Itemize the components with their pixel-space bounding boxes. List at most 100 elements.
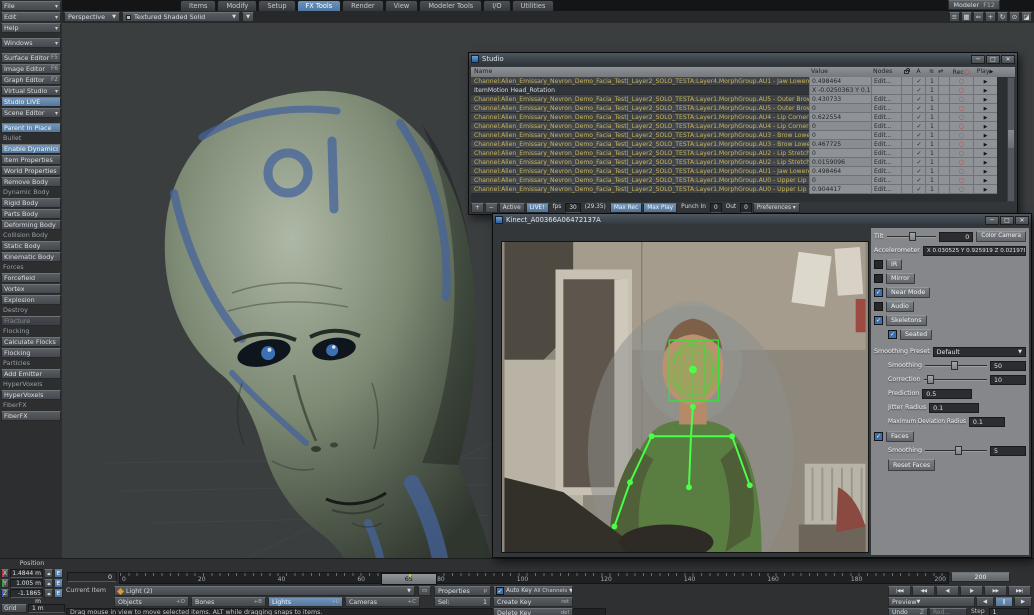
sidebar-item[interactable] — [1, 119, 61, 122]
play-icon[interactable] — [973, 86, 997, 95]
studio-footer-button[interactable]: Out — [723, 203, 740, 213]
minimize-button[interactable]: ─ — [971, 55, 985, 64]
kinect-titlebar[interactable]: Kinect_A00366A06472137A ─ □ ✕ — [493, 214, 1031, 226]
properties-button[interactable]: Properties p — [434, 586, 491, 596]
sidebar-item[interactable]: Studio LIVE — [1, 97, 61, 107]
studio-footer-button[interactable]: fps — [550, 203, 565, 213]
checkbox[interactable] — [874, 288, 883, 297]
item-type-button[interactable]: Cameras +C — [345, 597, 420, 607]
sidebar-item[interactable]: World Properties — [1, 166, 61, 176]
sidebar-item[interactable]: Image Editor F6 — [1, 64, 61, 74]
channel-row[interactable]: Channel:Alien_Emissary_Nevron_Demo_Facia… — [471, 140, 1015, 149]
axis-value[interactable]: -1.1865 m — [10, 589, 43, 598]
top-tab[interactable]: Modeler Tools — [419, 0, 482, 11]
modeler-button[interactable]: Modeler F12 — [948, 0, 1000, 10]
record-icon[interactable] — [949, 86, 973, 95]
sidebar-item[interactable]: Particles — [1, 359, 61, 368]
close-button[interactable]: ✕ — [1001, 55, 1015, 64]
jitter-radius-value[interactable]: 0.1 — [929, 403, 979, 413]
nodes-edit-button[interactable]: Edit... — [871, 140, 901, 149]
menu-button[interactable]: Help — [1, 23, 61, 33]
studio-footer-button[interactable]: − — [485, 203, 498, 213]
nodes-edit-button[interactable]: Edit... — [871, 131, 901, 140]
smoothing-value[interactable]: 50 — [990, 361, 1026, 371]
maximize-button[interactable]: □ — [1000, 216, 1014, 225]
menu-button[interactable]: File — [1, 1, 61, 11]
tilt-slider[interactable] — [887, 236, 937, 238]
lock-cell[interactable] — [901, 158, 912, 167]
transport-button[interactable]: |▶ — [960, 586, 983, 596]
sidebar-item[interactable]: Rigid Body — [1, 198, 61, 208]
envelope-button[interactable]: E — [54, 579, 63, 588]
play-icon[interactable] — [973, 167, 997, 176]
lock-cell[interactable] — [901, 131, 912, 140]
checkbox[interactable] — [888, 330, 897, 339]
top-tab[interactable]: Modify — [217, 0, 257, 11]
lock-cell[interactable] — [901, 77, 912, 86]
viewport-nav-icon[interactable]: ⊙ — [1009, 12, 1020, 22]
auto-key-toggle[interactable]: ✓ Auto Key All Channels ▼ — [493, 586, 573, 596]
sidebar-item[interactable]: Graph Editor F2 — [1, 75, 61, 85]
spinner-icon[interactable]: ◀▶ — [44, 579, 53, 588]
timeline-ruler[interactable]: 020406080100120140160180200 65 — [119, 572, 949, 584]
studio-footer-button[interactable]: 30 — [565, 203, 580, 213]
active-checkbox[interactable]: ✓ — [912, 122, 925, 131]
channel-row[interactable]: Channel:Alien_Emissary_Nevron_Demo_Facia… — [471, 149, 1015, 158]
auto-key-checkbox[interactable]: ✓ — [496, 587, 504, 595]
sidebar-item[interactable]: Static Body — [1, 241, 61, 251]
timeline-scrubber[interactable]: 65 — [381, 573, 437, 585]
channel-row[interactable]: ItemMotion Head_Rotation X -0.0250363 Y … — [471, 86, 1015, 95]
top-tab[interactable]: FX Tools — [297, 0, 342, 11]
viewport-nav-icon[interactable]: ≡ — [949, 12, 960, 22]
viewport-nav-icon[interactable]: ◪ — [1021, 12, 1032, 22]
sidebar-item[interactable]: Remove Body — [1, 177, 61, 187]
lock-cell[interactable] — [901, 113, 912, 122]
smoothing-preset-dropdown[interactable]: Default▼ — [933, 347, 1026, 357]
top-tab[interactable]: Render — [342, 0, 383, 11]
record-icon[interactable] — [949, 95, 973, 104]
channel-row[interactable]: Channel:Alien_Emissary_Nevron_Demo_Facia… — [471, 113, 1015, 122]
studio-footer-button[interactable]: + — [471, 203, 484, 213]
play-icon[interactable] — [973, 140, 997, 149]
studio-footer-button[interactable]: Preferences ▾ — [753, 203, 800, 213]
record-icon[interactable] — [949, 167, 973, 176]
end-frame-field[interactable]: 200 — [951, 572, 1010, 582]
sidebar-item[interactable]: Enable Dynamics — [1, 144, 61, 154]
sidebar-item[interactable]: Deforming Body — [1, 220, 61, 230]
studio-scrollbar[interactable] — [1007, 77, 1015, 202]
play-icon[interactable] — [973, 149, 997, 158]
record-icon[interactable] — [949, 113, 973, 122]
sidebar-item[interactable]: Destroy — [1, 306, 61, 315]
close-button[interactable]: ✕ — [1015, 216, 1029, 225]
view-mode-dropdown[interactable]: Perspective▼ — [64, 12, 120, 22]
sidebar-item[interactable]: FiberFX — [1, 411, 61, 421]
nodes-edit-button[interactable]: Edit... — [871, 104, 901, 113]
sidebar-item[interactable]: HyperVoxels — [1, 390, 61, 400]
prediction-value[interactable]: 0.5 — [922, 389, 972, 399]
viewport-nav-icon[interactable]: + — [985, 12, 996, 22]
channel-row[interactable]: Channel:Alien_Emissary_Nevron_Demo_Facia… — [471, 77, 1015, 86]
channel-row[interactable]: Channel:Alien_Emissary_Nevron_Demo_Facia… — [471, 122, 1015, 131]
record-icon[interactable] — [949, 77, 973, 86]
envelope-button[interactable]: E — [54, 589, 63, 598]
record-icon[interactable] — [949, 149, 973, 158]
current-item-dropdown[interactable]: Light (2) ▼ — [114, 586, 415, 596]
face-smoothing-value[interactable]: 5 — [990, 446, 1026, 456]
arrows-column-icon[interactable]: ⇄ — [938, 67, 949, 77]
shading-mode-dropdown[interactable]: Textured Shaded Solid▼ — [122, 12, 240, 22]
active-checkbox[interactable]: ✓ — [912, 140, 925, 149]
sidebar-item[interactable]: Virtual Studio — [1, 86, 61, 96]
record-icon[interactable] — [949, 158, 973, 167]
redo-button[interactable]: Red... — [929, 608, 967, 615]
reset-faces-button[interactable]: Reset Faces — [888, 459, 935, 471]
studio-titlebar[interactable]: Studio ─ □ ✕ — [469, 53, 1017, 65]
start-frame-field[interactable]: 0 — [67, 572, 117, 582]
record-icon[interactable] — [949, 176, 973, 185]
play-icon[interactable] — [973, 104, 997, 113]
checkbox[interactable] — [874, 316, 883, 325]
sidebar-item[interactable]: Dynamic Body — [1, 188, 61, 197]
top-tab[interactable]: Utilities — [512, 0, 555, 11]
viewport-nav-icon[interactable]: ⇐ — [973, 12, 984, 22]
lock-cell[interactable] — [901, 86, 912, 95]
channel-row[interactable]: Channel:Alien_Emissary_Nevron_Demo_Facia… — [471, 131, 1015, 140]
